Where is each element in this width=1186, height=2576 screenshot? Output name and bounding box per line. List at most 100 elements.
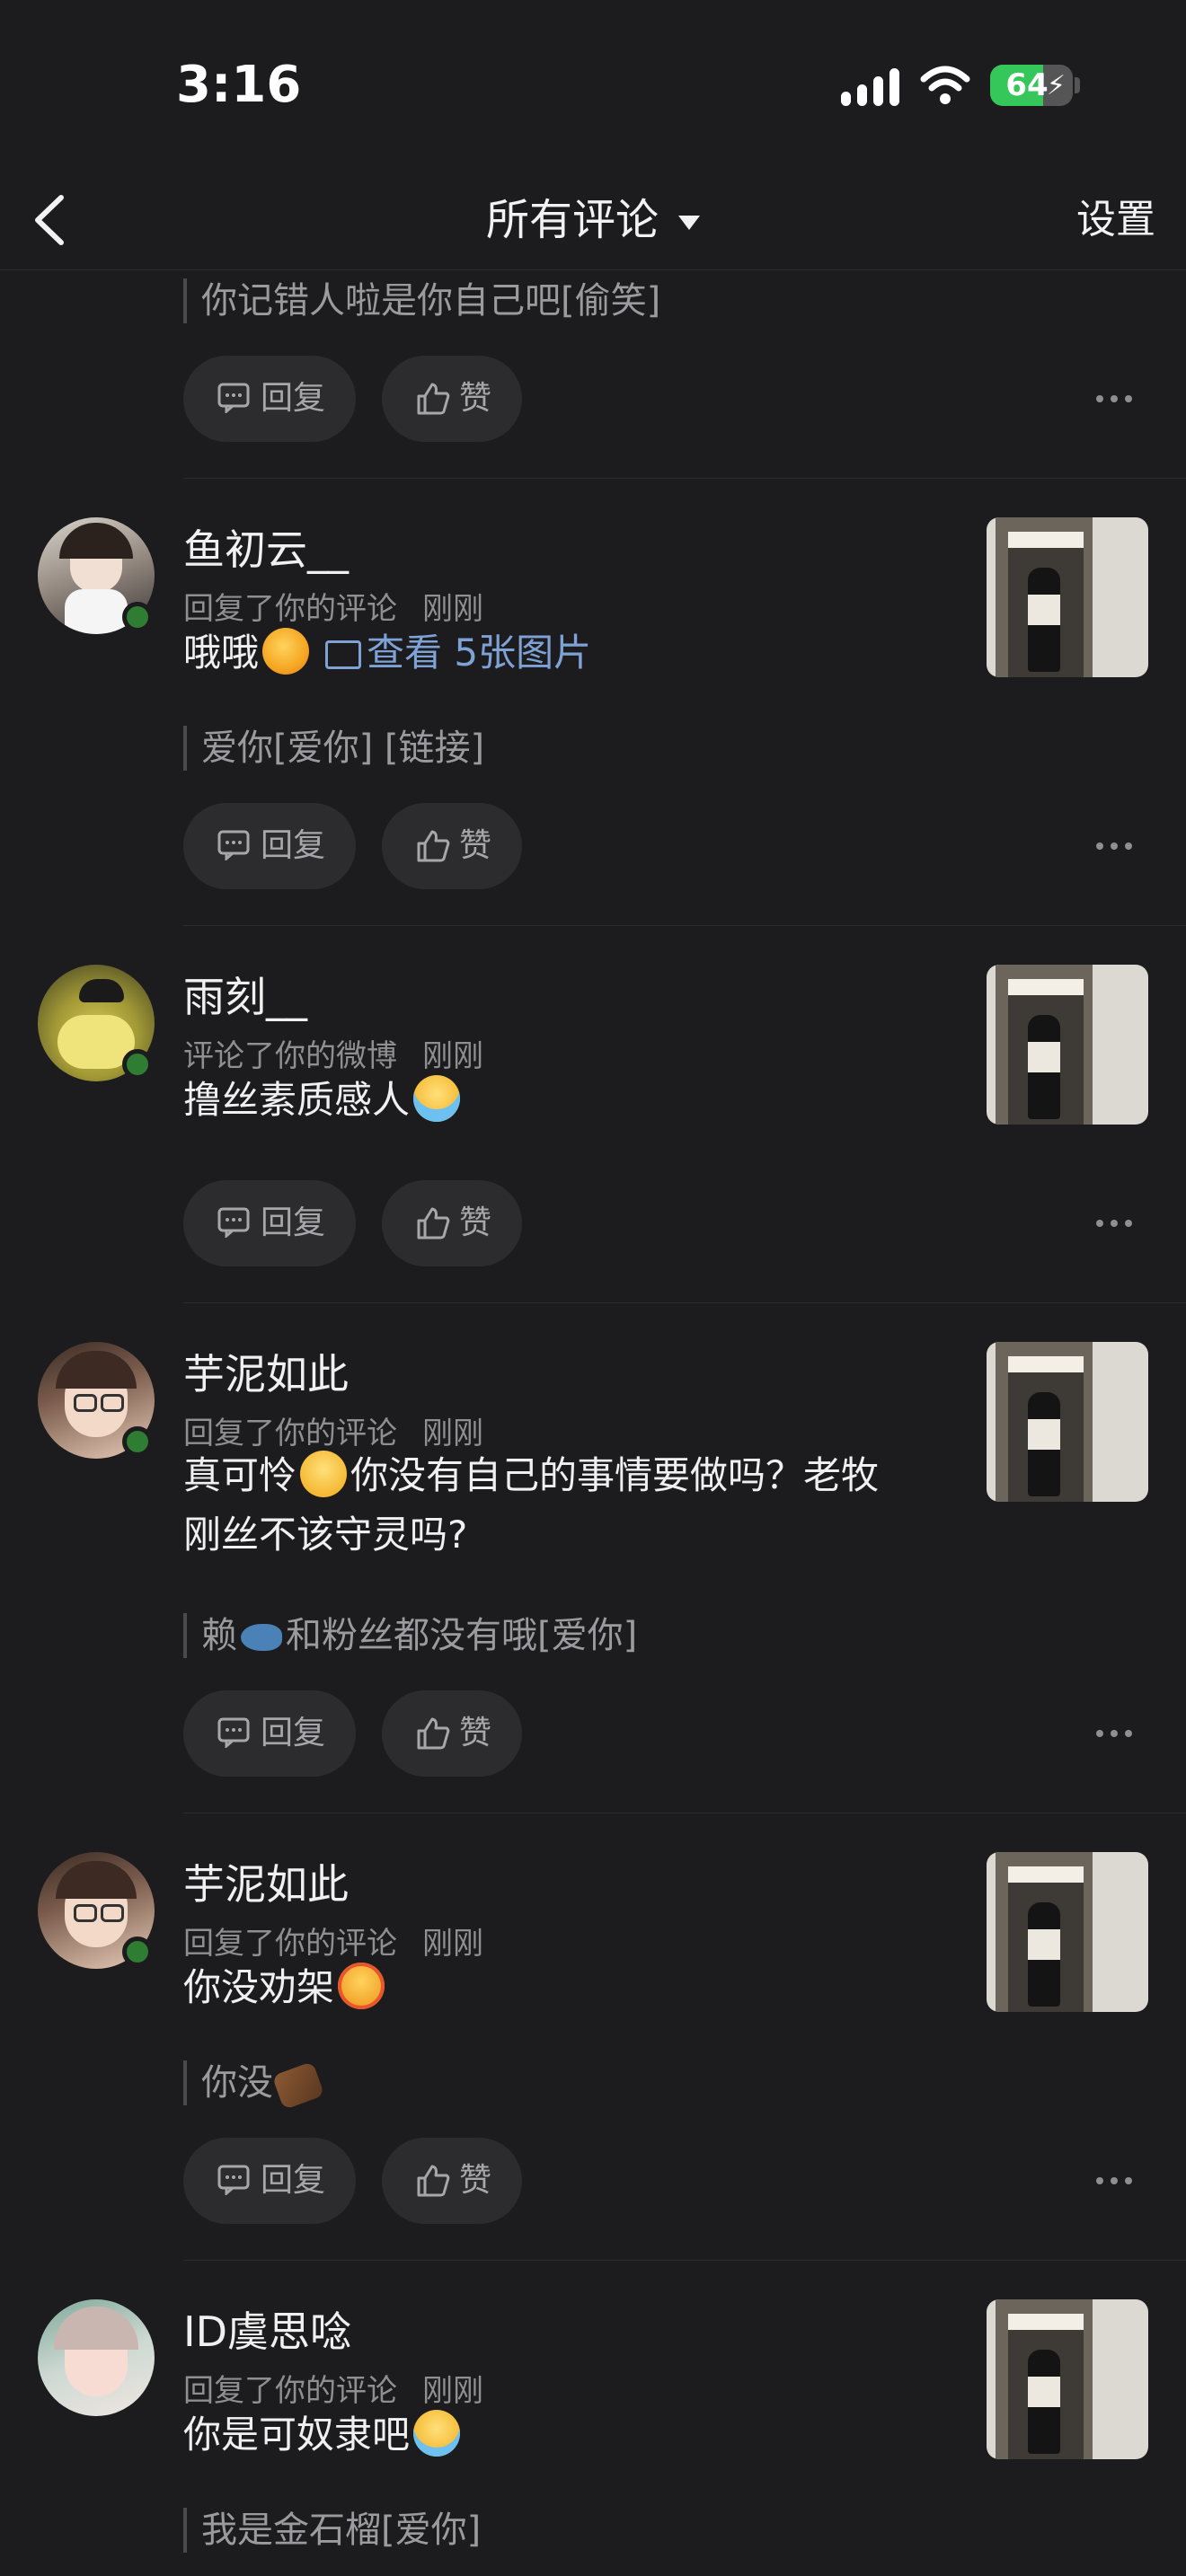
comment-body: 你是可奴隶吧 — [183, 2413, 411, 2457]
reply-icon — [217, 1207, 250, 1238]
thumbs-up-icon — [417, 1717, 450, 1750]
like-label: 赞 — [459, 380, 492, 417]
meta-time: 刚刚 — [422, 1926, 483, 1962]
comment-body: 真可怜 — [183, 1453, 297, 1497]
post-thumbnail[interactable] — [987, 517, 1148, 677]
reply-label: 回复 — [261, 2162, 326, 2199]
reply-icon — [217, 830, 250, 860]
comment-body: 你没劝架 — [183, 1965, 335, 2009]
online-status-dot — [122, 1426, 153, 1457]
battery-cap — [1075, 77, 1080, 93]
reply-button[interactable]: 回复 — [183, 803, 356, 889]
reply-icon — [217, 383, 250, 413]
quoted-text: 赖 和粉丝都没有哦[爱你] — [183, 1613, 637, 1658]
post-thumbnail[interactable] — [987, 1342, 1148, 1502]
online-status-dot — [122, 1049, 153, 1080]
reply-button[interactable]: 回复 — [183, 356, 356, 442]
page-title: 所有评论 — [485, 195, 659, 245]
pleading-emoji-icon — [300, 1451, 348, 1497]
reply-label: 回复 — [261, 380, 326, 417]
thumbs-up-icon — [417, 1207, 450, 1239]
comment-text: 你是可奴隶吧 — [183, 2405, 938, 2465]
meta-time: 刚刚 — [422, 591, 483, 627]
settings-button[interactable]: 设置 — [1076, 189, 1155, 251]
meta-action: 回复了你的评论 — [183, 591, 397, 627]
comment-body: 哦哦 — [183, 631, 260, 675]
quote-part: 和粉丝都没有哦[爱你] — [286, 1615, 638, 1656]
wood-log-emoji-icon — [271, 2060, 325, 2111]
view-images-label: 查看 5张图片 — [367, 631, 592, 675]
user-name[interactable]: 芋泥如此 — [183, 1852, 349, 1911]
comment-meta: 回复了你的评论 刚刚 — [183, 584, 483, 628]
quoted-text: 你记错人啦是你自己吧[偷笑] — [183, 278, 660, 323]
comment-meta: 回复了你的评论 刚刚 — [183, 1919, 483, 1963]
like-label: 赞 — [459, 2162, 492, 2199]
user-name[interactable]: ID虞思唸 — [183, 2299, 351, 2359]
kiss-emoji-icon — [338, 1963, 385, 2009]
online-status-dot — [122, 1936, 153, 1967]
more-options-icon[interactable] — [1096, 1214, 1136, 1232]
comment-filter-dropdown[interactable]: 所有评论 — [0, 189, 1186, 251]
divider — [183, 2260, 1186, 2261]
divider — [183, 925, 1186, 926]
like-label: 赞 — [459, 1715, 492, 1751]
more-options-icon[interactable] — [1096, 390, 1136, 408]
more-options-icon[interactable] — [1096, 2172, 1136, 2190]
view-images-link[interactable]: 查看 5张图片 — [313, 631, 591, 675]
comment-body: 撸丝素质感人 — [183, 1078, 411, 1122]
like-button[interactable]: 赞 — [382, 1180, 522, 1266]
quoted-text: 爱你[爱你] [链接] — [183, 726, 484, 771]
comment-body-cont: 你没有自己的事情要做吗？老牧 — [350, 1453, 880, 1497]
meta-action: 回复了你的评论 — [183, 2373, 397, 2409]
quoted-text: 我是金石榴[爱你] — [183, 2508, 481, 2553]
user-name[interactable]: 芋泥如此 — [183, 1342, 349, 1401]
comment-meta: 回复了你的评论 刚刚 — [183, 2366, 483, 2410]
quote-part: 赖 — [201, 1615, 237, 1656]
like-button[interactable]: 赞 — [382, 2138, 522, 2224]
tears-of-joy-emoji-icon — [413, 2410, 461, 2457]
reply-label: 回复 — [261, 1715, 326, 1751]
fish-emoji-icon — [241, 1624, 282, 1651]
avatar[interactable] — [38, 2299, 155, 2416]
status-time: 3:16 — [176, 56, 302, 114]
thumbs-up-icon — [417, 2165, 450, 2197]
like-button[interactable]: 赞 — [382, 356, 522, 442]
image-icon — [325, 640, 362, 669]
reply-button[interactable]: 回复 — [183, 1690, 356, 1777]
cellular-signal-icon — [841, 68, 900, 106]
reply-button[interactable]: 回复 — [183, 2138, 356, 2224]
battery-indicator: 64 ⚡ — [990, 65, 1073, 106]
reply-label: 回复 — [261, 1204, 326, 1241]
like-button[interactable]: 赞 — [382, 1690, 522, 1777]
divider — [183, 1302, 1186, 1303]
meta-time: 刚刚 — [422, 2373, 483, 2409]
more-options-icon[interactable] — [1096, 1725, 1136, 1742]
yawn-emoji-icon — [262, 628, 310, 675]
meta-time: 刚刚 — [422, 1038, 483, 1074]
comment-text: 真可怜 你没有自己的事情要做吗？老牧 刚丝不该守灵吗? — [183, 1446, 938, 1565]
user-name[interactable]: 鱼初云__ — [183, 517, 349, 577]
online-status-dot — [122, 602, 153, 632]
thumbs-up-icon — [417, 830, 450, 862]
more-options-icon[interactable] — [1096, 837, 1136, 855]
comment-text: 哦哦 查看 5张图片 — [183, 623, 938, 683]
comment-meta: 评论了你的微博 刚刚 — [183, 1031, 483, 1075]
like-button[interactable]: 赞 — [382, 803, 522, 889]
user-name[interactable]: 雨刻__ — [183, 965, 307, 1024]
thumbs-up-icon — [417, 383, 450, 415]
like-label: 赞 — [459, 827, 492, 864]
comment-text: 你没劝架 — [183, 1958, 938, 2017]
like-label: 赞 — [459, 1204, 492, 1241]
post-thumbnail[interactable] — [987, 1852, 1148, 2012]
status-bar: 3:16 64 ⚡ — [0, 0, 1186, 171]
post-thumbnail[interactable] — [987, 965, 1148, 1125]
reply-label: 回复 — [261, 827, 326, 864]
reply-icon — [217, 2165, 250, 2195]
divider — [183, 478, 1186, 479]
quoted-text: 你没 — [183, 2060, 325, 2111]
reply-button[interactable]: 回复 — [183, 1180, 356, 1266]
nav-bar: 所有评论 设置 — [0, 171, 1186, 270]
crying-emoji-icon — [413, 1075, 461, 1122]
post-thumbnail[interactable] — [987, 2299, 1148, 2459]
dropdown-caret-icon — [678, 216, 700, 230]
